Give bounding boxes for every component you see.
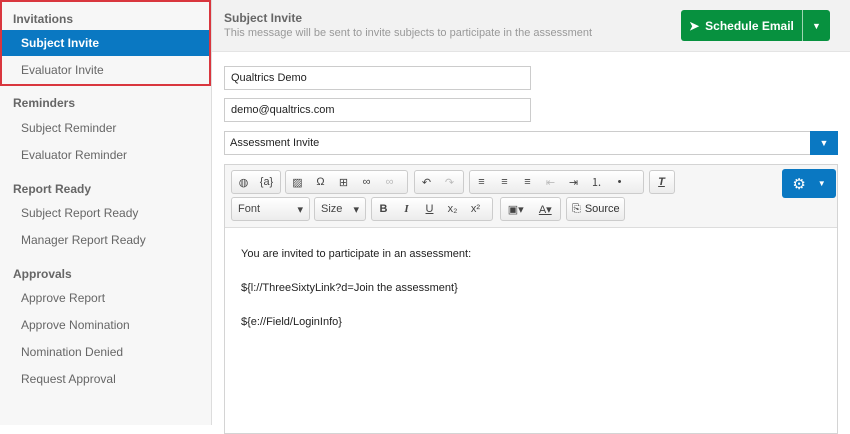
- schedule-email-label: Schedule Email: [705, 18, 794, 33]
- indent-icon[interactable]: ⇥: [562, 176, 585, 189]
- link-icon[interactable]: ∞: [355, 176, 378, 188]
- settings-button[interactable]: ⚙ ▼: [782, 169, 836, 198]
- sidebar-item-request-approval[interactable]: Request Approval: [0, 366, 210, 392]
- editor-line: ${e://Field/LoginInfo}: [241, 316, 342, 328]
- subject-select[interactable]: Assessment Invite ▼: [224, 131, 838, 155]
- schedule-email-button[interactable]: ➤ Schedule Email ▼: [681, 10, 830, 41]
- sidebar-item-evaluator-reminder[interactable]: Evaluator Reminder: [0, 142, 210, 168]
- size-label: Size: [321, 202, 343, 215]
- paper-plane-icon: ➤: [689, 18, 700, 33]
- section-reminders: Reminders: [13, 96, 76, 110]
- subject-value: Assessment Invite: [230, 137, 320, 149]
- sidebar-item-subject-invite[interactable]: Subject Invite: [0, 30, 210, 56]
- superscript-icon[interactable]: x²: [464, 203, 487, 215]
- section-invitations: Invitations: [13, 12, 74, 26]
- gear-icon: ⚙: [792, 175, 806, 193]
- bold-icon[interactable]: B: [372, 203, 395, 215]
- page-title: Subject Invite: [224, 11, 303, 25]
- sidebar-item-approve-nomination[interactable]: Approve Nomination: [0, 312, 210, 338]
- image-icon[interactable]: ▨: [286, 176, 309, 189]
- globe-icon[interactable]: ◍: [232, 176, 255, 189]
- text-color-icon[interactable]: A▾: [531, 203, 561, 216]
- page-subtitle: This message will be sent to invite subj…: [224, 27, 593, 39]
- sidebar-item-subject-report-ready[interactable]: Subject Report Ready: [0, 200, 210, 226]
- editor-content[interactable]: You are invited to participate in an ass…: [225, 228, 837, 366]
- source-icon: ⎘: [572, 202, 581, 215]
- align-right-icon[interactable]: ≡: [516, 176, 539, 188]
- underline-icon[interactable]: U: [418, 203, 441, 215]
- redo-icon[interactable]: ↷: [438, 176, 461, 189]
- chevron-down-icon[interactable]: ▼: [803, 10, 830, 41]
- message-editor[interactable]: ◍ {a} ▨ Ω ⊞ ∞ ∞ ↶ ↷ ≡ ≡ ≡ ⇤ ⇥ ⒈ • T Font ▾ Size ▾ BIUx…: [224, 164, 838, 434]
- sidebar-item-evaluator-invite[interactable]: Evaluator Invite: [0, 57, 210, 83]
- font-select[interactable]: Font ▾: [231, 197, 310, 221]
- source-label: Source: [584, 203, 620, 215]
- subscript-icon[interactable]: x₂: [441, 203, 464, 215]
- reply-to-input[interactable]: demo@qualtrics.com: [224, 98, 531, 122]
- font-label: Font: [238, 202, 261, 215]
- sidebar: Invitations Subject Invite Evaluator Inv…: [0, 0, 212, 425]
- editor-line: You are invited to participate in an ass…: [241, 248, 472, 260]
- table-icon[interactable]: ⊞: [332, 176, 355, 189]
- source-button[interactable]: ⎘ Source: [566, 197, 625, 221]
- outdent-icon[interactable]: ⇤: [539, 176, 562, 189]
- background-color-icon[interactable]: ▣▾: [501, 203, 531, 216]
- section-report-ready: Report Ready: [13, 182, 92, 196]
- align-center-icon[interactable]: ≡: [493, 176, 516, 188]
- undo-icon[interactable]: ↶: [415, 176, 438, 189]
- size-select[interactable]: Size ▾: [314, 197, 366, 221]
- chevron-down-icon: ▼: [817, 179, 826, 188]
- sidebar-item-manager-report-ready[interactable]: Manager Report Ready: [0, 227, 210, 253]
- bullet-list-icon[interactable]: •: [608, 176, 631, 188]
- omega-icon[interactable]: Ω: [309, 176, 332, 188]
- numbered-list-icon[interactable]: ⒈: [585, 174, 608, 190]
- editor-toolbar: ◍ {a} ▨ Ω ⊞ ∞ ∞ ↶ ↷ ≡ ≡ ≡ ⇤ ⇥ ⒈ • T Font ▾ Size ▾ BIUx…: [225, 165, 837, 228]
- sidebar-item-nomination-denied[interactable]: Nomination Denied: [0, 339, 210, 365]
- unlink-icon[interactable]: ∞: [378, 176, 401, 188]
- editor-line: ${l://ThreeSixtyLink?d=Join the assessme…: [241, 282, 458, 294]
- clear-format-icon[interactable]: T: [650, 176, 673, 188]
- piped-text-icon[interactable]: {a}: [255, 176, 278, 188]
- section-approvals: Approvals: [13, 267, 72, 281]
- header: Subject Invite This message will be sent…: [212, 0, 850, 52]
- sidebar-item-approve-report[interactable]: Approve Report: [0, 285, 210, 311]
- align-left-icon[interactable]: ≡: [470, 176, 493, 188]
- from-name-input[interactable]: Qualtrics Demo: [224, 66, 531, 90]
- chevron-down-icon[interactable]: ▼: [810, 131, 838, 155]
- sidebar-item-subject-reminder[interactable]: Subject Reminder: [0, 115, 210, 141]
- italic-icon[interactable]: I: [395, 203, 418, 215]
